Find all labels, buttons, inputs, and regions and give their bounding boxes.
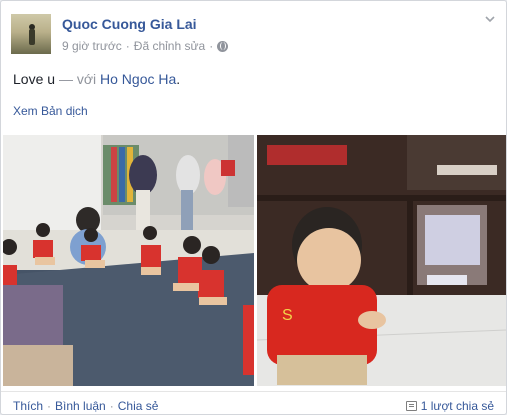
- post-card: Quoc Cuong Gia Lai 9 giờ trước · Đã chỉn…: [0, 0, 507, 415]
- timestamp-link[interactable]: 9 giờ trước: [62, 39, 122, 53]
- author-avatar[interactable]: [11, 14, 51, 54]
- status-end: .: [176, 71, 181, 87]
- footer-divider: [1, 391, 506, 392]
- photo-2-illustration: S: [257, 135, 506, 386]
- chevron-down-icon[interactable]: [484, 13, 496, 25]
- like-link[interactable]: Thích: [13, 399, 43, 413]
- comment-link[interactable]: Bình luận: [55, 399, 106, 413]
- avatar-figure-body: [29, 29, 35, 45]
- photo-1-illustration: [3, 135, 254, 386]
- status-text: Love u: [13, 71, 56, 87]
- share-count[interactable]: 1 lượt chia sẻ: [405, 399, 494, 413]
- post-meta: 9 giờ trước · Đã chỉnh sửa ·: [62, 39, 229, 53]
- author-name-link[interactable]: Quoc Cuong Gia Lai: [62, 16, 197, 32]
- globe-icon[interactable]: [217, 40, 229, 52]
- edited-link[interactable]: Đã chỉnh sửa: [134, 39, 205, 53]
- post-actions: Thích · Bình luận · Chia sẻ: [13, 399, 158, 413]
- post-photo-1[interactable]: [3, 135, 254, 386]
- post-photo-2[interactable]: S: [257, 135, 506, 386]
- see-translation-link[interactable]: Xem Bản dịch: [13, 104, 88, 118]
- svg-text:S: S: [282, 307, 293, 324]
- tagged-user-link[interactable]: Ho Ngoc Ha: [100, 71, 176, 87]
- action-dot-2: ·: [109, 399, 114, 413]
- share-count-link[interactable]: 1 lượt chia sẻ: [421, 399, 494, 413]
- share-link[interactable]: Chia sẻ: [118, 399, 159, 413]
- action-dot: ·: [47, 399, 52, 413]
- with-text: — với: [58, 71, 97, 87]
- meta-separator-2: ·: [209, 39, 214, 53]
- status-message: Love u — với Ho Ngoc Ha.: [13, 71, 180, 87]
- share-count-icon: [405, 401, 417, 411]
- meta-separator: ·: [125, 39, 130, 53]
